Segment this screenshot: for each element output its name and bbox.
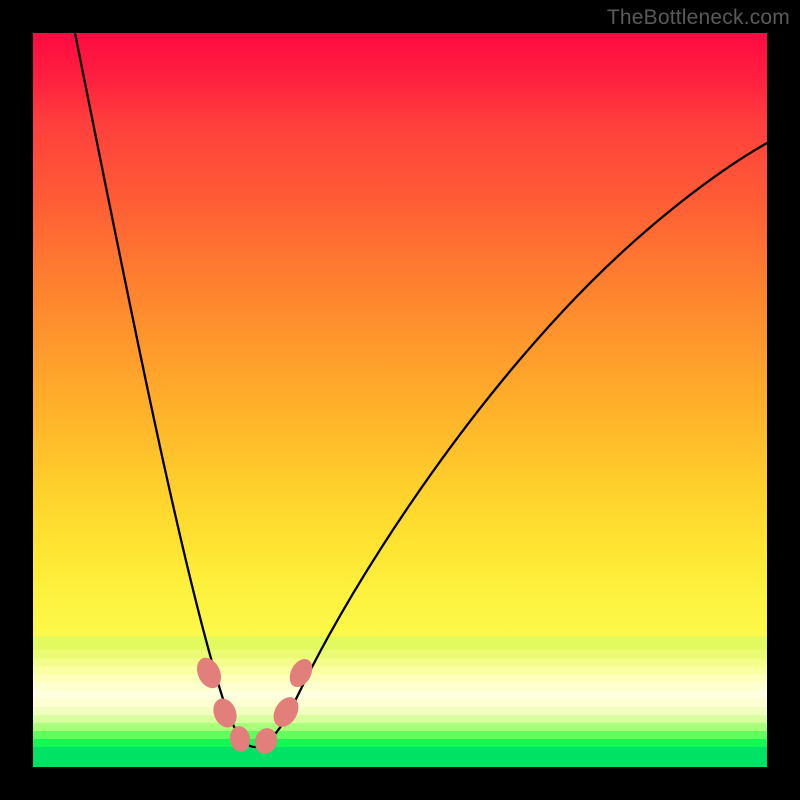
plot-area xyxy=(33,33,767,767)
marker-bottom-1 xyxy=(228,724,252,753)
marker-left-1 xyxy=(192,654,225,692)
marker-right-1 xyxy=(268,693,303,732)
marker-right-2 xyxy=(285,655,317,691)
marker-bottom-2 xyxy=(252,725,281,757)
marker-left-2 xyxy=(209,695,241,731)
curve-layer xyxy=(33,33,767,767)
chart-frame: TheBottleneck.com xyxy=(0,0,800,800)
markers-group xyxy=(192,654,317,757)
bottleneck-curve xyxy=(75,33,767,747)
watermark-text: TheBottleneck.com xyxy=(607,6,790,30)
